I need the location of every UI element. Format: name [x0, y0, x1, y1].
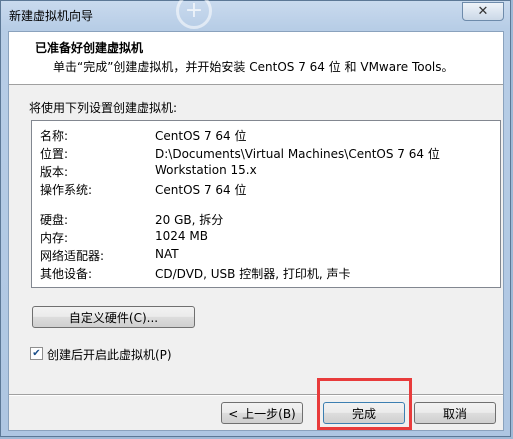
power-on-checkbox[interactable]: ✔	[30, 347, 43, 360]
summary-value: D:\Documents\Virtual Machines\CentOS 7 6…	[155, 147, 440, 161]
cancel-button[interactable]: 取消	[414, 402, 496, 424]
close-button[interactable]: ✕	[462, 2, 504, 21]
summary-key: 版本:	[40, 165, 69, 179]
background-plus-icon: +	[176, 0, 212, 29]
summary-key: 名称:	[40, 129, 69, 143]
summary-key: 网络适配器:	[40, 249, 105, 263]
page-title: 已准备好创建虚拟机	[35, 41, 144, 55]
wizard-window: 新建虚拟机向导 + ✕ 已准备好创建虚拟机 单击“完成”创建虚拟机，并开始安装 …	[0, 0, 511, 437]
title-bar[interactable]: 新建虚拟机向导 + ✕	[1, 0, 510, 29]
close-icon: ✕	[477, 4, 489, 19]
settings-summary-box[interactable]: 名称: CentOS 7 64 位 位置: D:\Documents\Virtu…	[31, 120, 501, 288]
summary-value: NAT	[155, 247, 179, 261]
summary-key: 其他设备:	[40, 267, 93, 281]
summary-label: 将使用下列设置创建虚拟机:	[29, 101, 178, 115]
header-band: 已准备好创建虚拟机 单击“完成”创建虚拟机，并开始安装 CentOS 7 64 …	[9, 32, 503, 85]
summary-value: 1024 MB	[155, 229, 208, 243]
back-button[interactable]: < 上一步(B)	[221, 402, 303, 424]
check-icon: ✔	[32, 348, 41, 359]
finish-highlight-box	[317, 378, 412, 430]
page-subtitle: 单击“完成”创建虚拟机，并开始安装 CentOS 7 64 位 和 VMware…	[53, 60, 454, 74]
summary-key: 位置:	[40, 147, 69, 161]
summary-key: 硬盘:	[40, 213, 69, 227]
summary-key: 操作系统:	[40, 183, 93, 197]
summary-value: 20 GB, 拆分	[155, 213, 224, 227]
summary-value: CD/DVD, USB 控制器, 打印机, 声卡	[155, 267, 351, 281]
window-title: 新建虚拟机向导	[9, 9, 94, 23]
wizard-content: 已准备好创建虚拟机 单击“完成”创建虚拟机，并开始安装 CentOS 7 64 …	[8, 31, 504, 431]
summary-value: CentOS 7 64 位	[155, 183, 247, 197]
customize-hardware-button[interactable]: 自定义硬件(C)...	[32, 306, 195, 328]
summary-key: 内存:	[40, 231, 69, 245]
summary-value: Workstation 15.x	[155, 163, 257, 177]
summary-value: CentOS 7 64 位	[155, 129, 247, 143]
power-on-label[interactable]: 创建后开启此虚拟机(P)	[47, 346, 172, 363]
footer-divider	[9, 394, 503, 396]
